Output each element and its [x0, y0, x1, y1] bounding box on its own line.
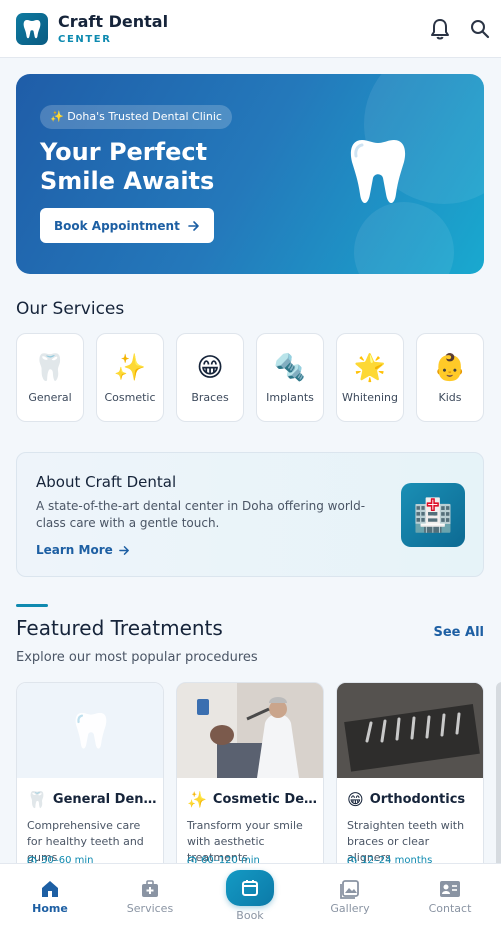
services-section-title: Our Services	[16, 299, 125, 319]
nav-book[interactable]: Book	[200, 864, 300, 927]
grin-icon: 😁	[196, 353, 224, 383]
hospital-icon: 🏥	[401, 483, 465, 547]
bottom-navigation: Home Services Book Gallery Contact	[0, 863, 501, 927]
treatment-card-cosmetic[interactable]: ✨ Cosmetic Dentistry Transform your smil…	[176, 682, 324, 882]
nav-label: Services	[126, 902, 174, 915]
arrow-right-icon	[118, 545, 129, 555]
bell-icon[interactable]	[429, 18, 451, 40]
hero-banner: ✨ Doha's Trusted Dental Clinic Your Perf…	[16, 74, 484, 274]
service-braces[interactable]: 😁 Braces	[176, 333, 244, 422]
medical-kit-icon	[140, 878, 160, 900]
gallery-icon	[340, 878, 360, 900]
hero-title-line2: Smile Awaits	[40, 167, 215, 195]
tooth-icon: 🦷	[33, 353, 67, 383]
nav-label: Contact	[428, 902, 472, 915]
brand-name: Craft Dental	[58, 12, 169, 31]
book-appointment-button[interactable]: Book Appointment	[40, 208, 214, 243]
card-title: Orthodontics	[369, 792, 466, 807]
next-card-peek	[496, 682, 501, 882]
card-title: Cosmetic Dentistry	[212, 792, 319, 807]
featured-title: Featured Treatments	[16, 616, 223, 640]
nav-gallery[interactable]: Gallery	[300, 864, 400, 927]
search-icon[interactable]	[469, 18, 491, 40]
hero-title-line1: Your Perfect	[40, 138, 208, 166]
service-label: General	[28, 391, 72, 404]
hero-badge: ✨ Doha's Trusted Dental Clinic	[40, 105, 232, 129]
about-title: About Craft Dental	[36, 473, 177, 491]
star-icon: 🌟	[353, 353, 387, 383]
service-label: Cosmetic	[104, 391, 156, 404]
treatment-image	[337, 683, 483, 778]
nav-label: Gallery	[330, 902, 370, 915]
home-icon	[40, 878, 60, 900]
treatment-image	[17, 683, 163, 778]
service-general[interactable]: 🦷 General	[16, 333, 84, 422]
services-list: 🦷 General ✨ Cosmetic 😁 Braces 🔩 Implants…	[16, 333, 484, 422]
nav-label: Book	[236, 909, 264, 922]
calendar-icon	[226, 870, 274, 906]
see-all-link[interactable]: See All	[434, 625, 485, 640]
nav-home[interactable]: Home	[0, 864, 100, 927]
service-implants[interactable]: 🔩 Implants	[256, 333, 324, 422]
book-appointment-label: Book Appointment	[54, 218, 180, 233]
nav-label: Home	[32, 902, 68, 915]
hero-title: Your Perfect Smile Awaits	[40, 138, 300, 196]
service-label: Whitening	[342, 391, 398, 404]
sparkles-icon: ✨	[187, 790, 207, 809]
learn-more-link[interactable]: Learn More	[36, 543, 130, 557]
tooth-logo-icon[interactable]	[16, 12, 48, 45]
card-title: General Dentistry	[52, 792, 159, 807]
service-label: Kids	[438, 391, 462, 404]
nav-contact[interactable]: Contact	[400, 864, 500, 927]
service-label: Braces	[191, 391, 229, 404]
nut-bolt-icon: 🔩	[273, 353, 307, 383]
learn-more-label: Learn More	[36, 543, 113, 557]
grin-icon: 😁	[347, 790, 364, 809]
contact-card-icon	[439, 878, 461, 900]
treatment-card-general[interactable]: 🦷 General Dentistry Comprehensive care f…	[16, 682, 164, 882]
about-description: A state-of-the-art dental center in Doha…	[36, 499, 366, 530]
tooth-icon	[75, 712, 107, 749]
section-accent-bar	[16, 604, 48, 607]
sparkles-icon: ✨	[113, 353, 147, 383]
arrow-right-icon	[188, 220, 199, 231]
tooth-icon: 🦷	[27, 790, 47, 809]
baby-icon: 👶	[433, 353, 467, 383]
about-card: About Craft Dental A state-of-the-art de…	[16, 452, 484, 577]
service-cosmetic[interactable]: ✨ Cosmetic	[96, 333, 164, 422]
treatment-card-orthodontics[interactable]: 😁 Orthodontics Straighten teeth with bra…	[336, 682, 484, 882]
brand-subtitle: CENTER	[58, 34, 112, 45]
service-whitening[interactable]: 🌟 Whitening	[336, 333, 404, 422]
nav-services[interactable]: Services	[100, 864, 200, 927]
featured-subtitle: Explore our most popular procedures	[16, 650, 258, 665]
service-kids[interactable]: 👶 Kids	[416, 333, 484, 422]
service-label: Implants	[266, 391, 314, 404]
brand: Craft Dental CENTER	[58, 12, 168, 45]
treatment-cards: 🦷 General Dentistry Comprehensive care f…	[16, 682, 484, 882]
treatment-image	[177, 683, 323, 778]
decorative-circle	[354, 202, 454, 274]
app-header: Craft Dental CENTER	[0, 0, 501, 58]
tooth-illustration-icon	[348, 136, 408, 212]
